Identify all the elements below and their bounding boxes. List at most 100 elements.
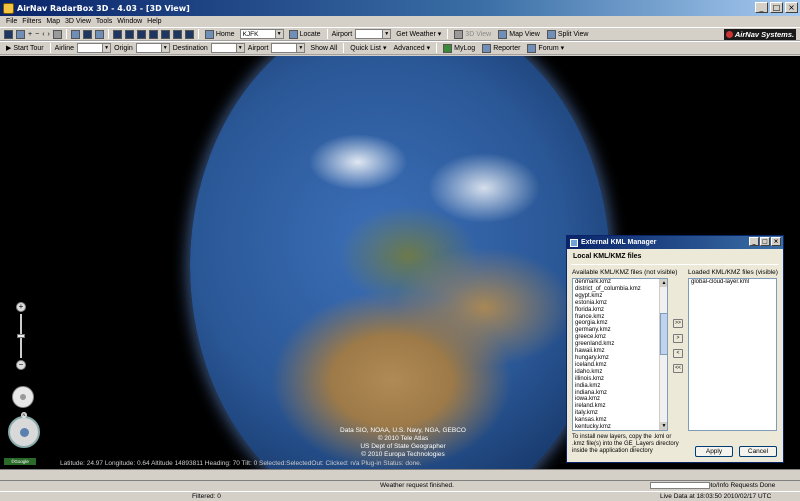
list-item[interactable]: greenland.kmz — [573, 341, 667, 348]
list-item[interactable]: kansas.kmz — [573, 417, 667, 424]
chevron-down-icon[interactable]: ▼ — [235, 44, 244, 52]
list-item[interactable]: florida.kmz — [573, 307, 667, 314]
destination-combo[interactable]: ▼ — [210, 43, 245, 53]
zoom-out-icon[interactable]: − — [35, 31, 39, 38]
remove-button[interactable]: < — [673, 349, 683, 358]
menu-3d-view[interactable]: 3D View — [65, 18, 91, 25]
grid-view-icon[interactable] — [112, 29, 122, 39]
list-scrollbar[interactable]: ▲ ▼ — [659, 279, 667, 430]
pan-icon[interactable] — [16, 29, 25, 39]
dialog-maximize-button[interactable]: □ — [760, 237, 770, 246]
list-item[interactable]: italy.kmz — [573, 410, 667, 417]
reporter-button[interactable]: Reporter — [480, 43, 522, 54]
scroll-up-icon[interactable]: ▲ — [660, 279, 667, 287]
map-view-button[interactable]: Map View — [496, 29, 542, 40]
weather-airport-combo[interactable]: ▼ — [355, 29, 392, 39]
menu-filters[interactable]: Filters — [22, 18, 41, 25]
zoom-thumb[interactable] — [17, 334, 25, 338]
quick-list-button[interactable]: Quick List ▾ — [348, 43, 388, 54]
scroll-down-icon[interactable]: ▼ — [660, 422, 667, 430]
list-item[interactable]: france.kmz — [573, 314, 667, 321]
back-icon[interactable]: ‹ — [42, 31, 44, 38]
list-item[interactable]: germany.kmz — [573, 327, 667, 334]
list-item[interactable]: denmark.kmz — [573, 279, 667, 286]
zoom-track[interactable] — [17, 314, 25, 358]
earth-globe[interactable] — [190, 56, 610, 469]
list-item[interactable]: greece.kmz — [573, 334, 667, 341]
available-files-list[interactable]: denmark.kmz district_of_columbia.kmz egypt… — [572, 278, 668, 431]
menu-file[interactable]: File — [6, 18, 17, 25]
forward-icon[interactable]: › — [48, 31, 50, 38]
look-control[interactable] — [8, 416, 40, 448]
start-tour-button[interactable]: ▶ Start Tour — [4, 43, 46, 54]
compass-north-icon[interactable]: N — [21, 412, 27, 418]
menu-map[interactable]: Map — [46, 18, 60, 25]
list-item[interactable]: iceland.kmz — [573, 362, 667, 369]
forum-button[interactable]: Forum ▾ — [525, 43, 566, 54]
advanced-button[interactable]: Advanced ▾ — [392, 43, 433, 54]
split-view-button[interactable]: Split View — [545, 29, 591, 40]
zoom-out-icon[interactable]: − — [16, 360, 26, 370]
home-button[interactable]: Home — [203, 29, 237, 40]
list-item[interactable]: hawaii.kmz — [573, 348, 667, 355]
pan-control[interactable] — [12, 386, 34, 408]
list-item[interactable]: global-cloud-layer.kml — [689, 279, 776, 286]
list-item[interactable]: iowa.kmz — [573, 396, 667, 403]
terrain-icon[interactable] — [184, 29, 194, 39]
3d-view-button[interactable]: 3D View — [452, 29, 493, 40]
list-item[interactable]: illinois.kmz — [573, 376, 667, 383]
chevron-down-icon[interactable]: ▼ — [274, 30, 283, 38]
loaded-files-list[interactable]: global-cloud-layer.kml — [688, 278, 777, 431]
label-icon[interactable] — [136, 29, 146, 39]
menu-tools[interactable]: Tools — [96, 18, 112, 25]
list-item[interactable]: india.kmz — [573, 383, 667, 390]
layers-icon[interactable] — [70, 29, 80, 39]
cloud-icon[interactable] — [172, 29, 182, 39]
menu-window[interactable]: Window — [117, 18, 142, 25]
mylog-button[interactable]: MyLog — [441, 43, 477, 54]
list-item[interactable]: district_of_columbia.kmz — [573, 286, 667, 293]
radar-icon[interactable] — [124, 29, 134, 39]
add-all-button[interactable]: >> — [673, 319, 683, 328]
add-button[interactable]: > — [673, 334, 683, 343]
chevron-down-icon[interactable]: ▼ — [382, 30, 391, 38]
scroll-thumb[interactable] — [660, 313, 667, 355]
chevron-down-icon[interactable]: ▼ — [102, 44, 111, 52]
list-item[interactable]: ireland.kmz — [573, 403, 667, 410]
apply-button[interactable]: Apply — [695, 446, 733, 457]
chevron-down-icon[interactable]: ▼ — [296, 44, 305, 52]
menu-help[interactable]: Help — [147, 18, 161, 25]
zoom-in-icon[interactable]: + — [28, 31, 32, 38]
airline-combo[interactable]: ▼ — [77, 43, 112, 53]
chevron-down-icon[interactable]: ▼ — [160, 44, 169, 52]
zoom-in-icon[interactable]: + — [16, 302, 26, 312]
airport-code-combo[interactable]: KJFK ▼ — [239, 29, 284, 39]
list-item[interactable]: kentucky.kmz — [573, 424, 667, 430]
list-item[interactable]: hungary.kmz — [573, 355, 667, 362]
settings-icon[interactable] — [82, 29, 92, 39]
list-item[interactable]: indiana.kmz — [573, 390, 667, 397]
airport-filter-combo[interactable]: ▼ — [271, 43, 306, 53]
trail-icon[interactable] — [148, 29, 158, 39]
list-item[interactable]: estonia.kmz — [573, 300, 667, 307]
list-item[interactable]: egypt.kmz — [573, 293, 667, 300]
dialog-minimize-button[interactable]: _ — [749, 237, 759, 246]
close-button[interactable]: × — [785, 2, 798, 13]
minimize-button[interactable]: _ — [755, 2, 768, 13]
zoom-slider[interactable]: + − — [14, 302, 28, 372]
origin-combo[interactable]: ▼ — [135, 43, 170, 53]
reload-icon[interactable] — [52, 29, 62, 39]
maximize-button[interactable]: □ — [770, 2, 783, 13]
cancel-button[interactable]: Cancel — [739, 446, 777, 457]
show-all-button[interactable]: Show All — [308, 43, 339, 54]
locate-icon — [288, 29, 298, 39]
pointer-icon[interactable] — [4, 29, 13, 39]
globe-icon[interactable] — [94, 29, 104, 39]
get-weather-button[interactable]: Get Weather ▾ — [394, 29, 443, 40]
track-icon[interactable] — [160, 29, 170, 39]
dialog-close-button[interactable]: × — [771, 237, 781, 246]
list-item[interactable]: idaho.kmz — [573, 369, 667, 376]
remove-all-button[interactable]: << — [673, 364, 683, 373]
locate-button[interactable]: Locate — [287, 29, 323, 40]
list-item[interactable]: georgia.kmz — [573, 320, 667, 327]
